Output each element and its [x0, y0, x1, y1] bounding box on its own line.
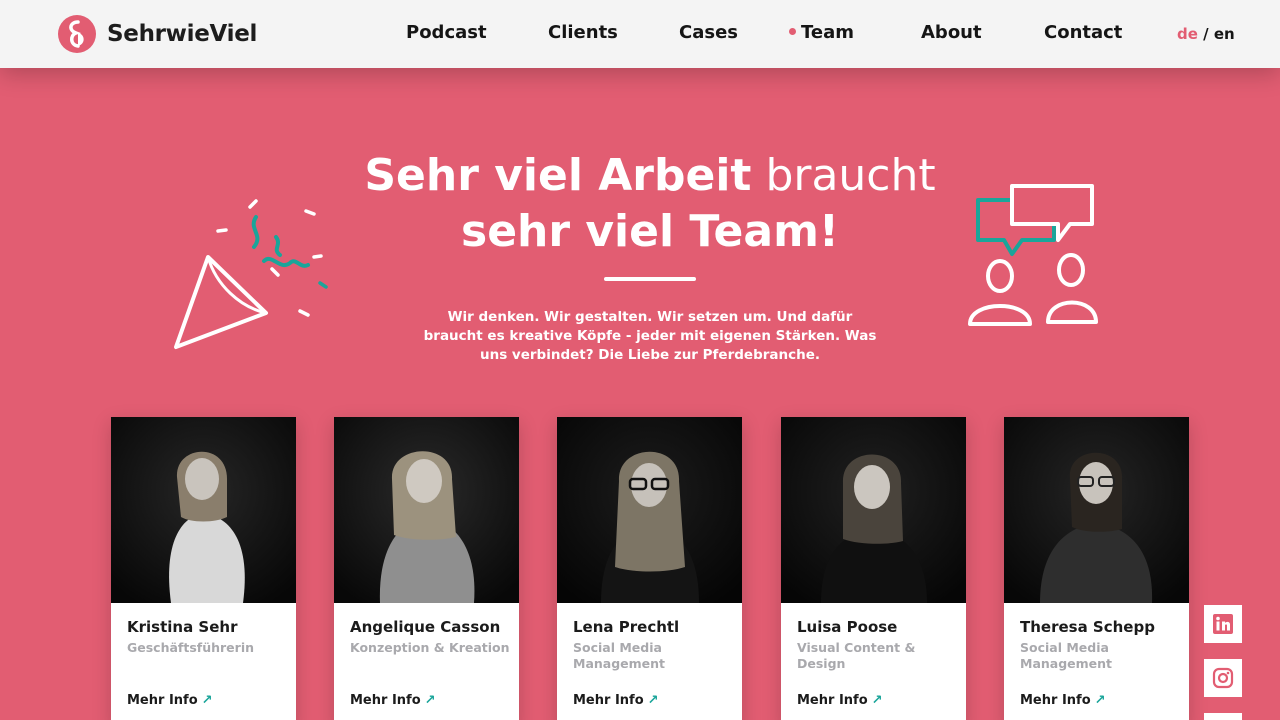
more-info-link[interactable]: Mehr Info ↗	[797, 693, 883, 708]
team-member-photo	[111, 417, 296, 603]
more-info-label: Mehr Info	[573, 693, 644, 708]
team-member-photo	[781, 417, 966, 603]
linkedin-button[interactable]	[1204, 605, 1242, 643]
team-card: Theresa Schepp Social Media Management M…	[1004, 417, 1189, 720]
arrow-up-right-icon: ↗	[201, 693, 213, 708]
title-divider	[604, 277, 696, 281]
language-switcher: de / en	[1177, 25, 1235, 43]
team-card: Kristina Sehr Geschäftsführerin Mehr Inf…	[111, 417, 296, 720]
member-name: Theresa Schepp	[1020, 618, 1155, 636]
nav-item-team-label: Team	[801, 22, 854, 43]
team-card: Angelique Casson Konzeption & Kreation M…	[334, 417, 519, 720]
more-info-label: Mehr Info	[797, 693, 868, 708]
more-info-link[interactable]: Mehr Info ↗	[573, 693, 659, 708]
member-name: Kristina Sehr	[127, 618, 238, 636]
nav-item-contact[interactable]: Contact	[1044, 22, 1122, 43]
team-member-photo	[557, 417, 742, 603]
title-light: braucht	[751, 150, 936, 201]
nav-item-team[interactable]: Team	[789, 22, 854, 43]
member-name: Lena Prechtl	[573, 618, 680, 636]
nav-item-about[interactable]: About	[921, 22, 982, 43]
arrow-up-right-icon: ↗	[424, 693, 436, 708]
member-role: Social Media Management	[573, 640, 666, 671]
member-role: Visual Content & Design	[797, 640, 916, 671]
lang-separator: /	[1197, 25, 1214, 43]
team-member-photo	[334, 417, 519, 603]
instagram-icon	[1212, 667, 1234, 689]
team-chat-icon	[968, 184, 1098, 326]
team-card: Lena Prechtl Social Media Management Meh…	[557, 417, 742, 720]
linkedin-icon	[1213, 614, 1233, 634]
title-bold-2: sehr viel Team!	[461, 206, 839, 257]
party-popper-icon	[174, 199, 328, 349]
arrow-up-right-icon: ↗	[1094, 693, 1106, 708]
member-name: Luisa Poose	[797, 618, 898, 636]
lang-de[interactable]: de	[1177, 25, 1198, 43]
nav-item-cases[interactable]: Cases	[679, 22, 738, 43]
member-name: Angelique Casson	[350, 618, 501, 636]
intro-text: Wir denken. Wir gestalten. Wir setzen um…	[423, 309, 877, 363]
more-info-link[interactable]: Mehr Info ↗	[127, 693, 213, 708]
active-dot-icon	[789, 28, 796, 35]
team-card: Luisa Poose Visual Content & Design Mehr…	[781, 417, 966, 720]
member-role: Social Media Management	[1020, 640, 1113, 671]
title-bold-1: Sehr viel Arbeit	[364, 150, 752, 201]
more-info-link[interactable]: Mehr Info ↗	[1020, 693, 1106, 708]
member-role: Konzeption & Kreation	[350, 640, 510, 655]
lang-en[interactable]: en	[1214, 25, 1235, 43]
more-info-link[interactable]: Mehr Info ↗	[350, 693, 436, 708]
nav-item-podcast[interactable]: Podcast	[406, 22, 487, 43]
team-member-photo	[1004, 417, 1189, 603]
arrow-up-right-icon: ↗	[871, 693, 883, 708]
more-info-label: Mehr Info	[1020, 693, 1091, 708]
instagram-button[interactable]	[1204, 659, 1242, 697]
more-info-label: Mehr Info	[350, 693, 421, 708]
main-nav: Podcast Clients Cases Team About Contact	[0, 22, 1280, 46]
page-title: Sehr viel Arbeit braucht sehr viel Team!	[340, 148, 960, 260]
arrow-up-right-icon: ↗	[647, 693, 659, 708]
more-info-label: Mehr Info	[127, 693, 198, 708]
nav-item-clients[interactable]: Clients	[548, 22, 618, 43]
social-button-more[interactable]	[1204, 713, 1242, 720]
site-header: SehrwieViel Podcast Clients Cases Team A…	[0, 0, 1280, 68]
member-role: Geschäftsführerin	[127, 640, 255, 655]
